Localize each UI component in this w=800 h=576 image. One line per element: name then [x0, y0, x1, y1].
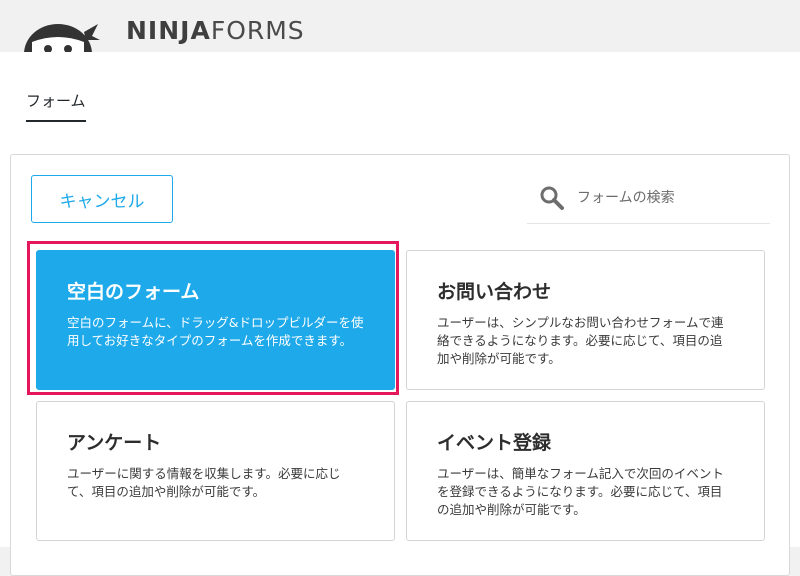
tab-forms[interactable]: フォーム	[26, 90, 86, 122]
template-title: アンケート	[67, 432, 162, 454]
template-title: お問い合わせ	[437, 281, 552, 303]
template-card-blank[interactable]: 空白のフォーム 空白のフォームに、ドラッグ&ドロップビルダーを使用してお好きなタ…	[36, 250, 395, 390]
template-card-event-registration[interactable]: イベント登録 ユーザーは、簡単なフォーム記入で次回のイベントを登録できるようにな…	[406, 401, 765, 541]
brand-logo-text: NINJAFORMS	[126, 16, 305, 46]
main-content: フォーム キャンセル 空白のフォーム 空白のフォームに、ドラッグ&ドロップビルダ…	[0, 52, 800, 576]
template-description: ユーザーに関する情報を収集します。必要に応じて、項目の追加や削除が可能です。	[67, 466, 341, 499]
template-description: ユーザーは、シンプルなお問い合わせフォームで連絡できるようになります。必要に応じ…	[437, 315, 724, 366]
template-description: 空白のフォームに、ドラッグ&ドロップビルダーを使用してお好きなタイプのフォームを…	[67, 315, 364, 348]
ninja-mascot-icon	[24, 24, 100, 52]
template-title: イベント登録	[437, 432, 552, 454]
brand-bold: NINJA	[126, 16, 211, 45]
search-bar	[527, 173, 770, 224]
template-title: 空白のフォーム	[67, 281, 200, 303]
brand-light: FORMS	[210, 16, 305, 45]
app-header: NINJAFORMS	[0, 0, 800, 52]
template-card-survey[interactable]: アンケート ユーザーに関する情報を収集します。必要に応じて、項目の追加や削除が可…	[36, 401, 395, 541]
template-card-contact[interactable]: お問い合わせ ユーザーは、シンプルなお問い合わせフォームで連絡できるようになりま…	[406, 250, 765, 390]
template-panel: キャンセル 空白のフォーム 空白のフォームに、ドラッグ&ドロップビルダーを使用し…	[10, 154, 790, 576]
cancel-button[interactable]: キャンセル	[31, 175, 173, 223]
search-icon	[540, 186, 564, 210]
template-description: ユーザーは、簡単なフォーム記入で次回のイベントを登録できるようになります。必要に…	[437, 466, 724, 517]
search-input[interactable]	[575, 189, 759, 207]
